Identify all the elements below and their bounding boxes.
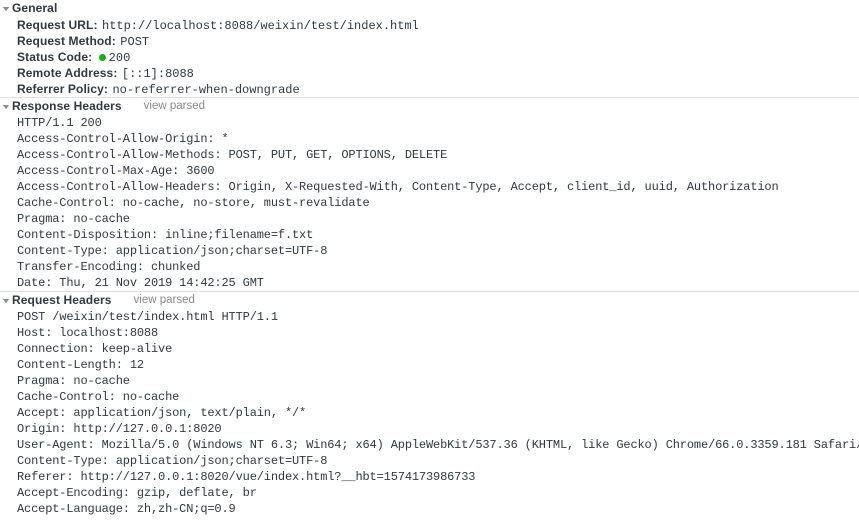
- general-row-remote-address: Remote Address: [::1]:8088: [17, 65, 859, 81]
- general-label-remote-address: Remote Address:: [17, 66, 118, 80]
- request-header-line: Origin: http://127.0.0.1:8020: [17, 422, 222, 436]
- request-header-line: Cache-Control: no-cache: [17, 390, 180, 404]
- response-header-line: Transfer-Encoding: chunked: [17, 260, 201, 274]
- status-ok-dot-icon: [98, 54, 106, 61]
- section-response-headers: Response Headers view parsed HTTP/1.1 20…: [0, 97, 859, 291]
- response-header-line: HTTP/1.1 200: [17, 116, 102, 130]
- general-row-list: Request URL: http://localhost:8088/weixi…: [0, 17, 859, 97]
- general-row-request-method: Request Method: POST: [17, 33, 859, 49]
- general-value-request-method: POST: [120, 35, 150, 49]
- request-headers-view-parsed-link[interactable]: view parsed: [134, 292, 195, 309]
- request-header-line: Content-Type: application/json;charset=U…: [17, 454, 328, 468]
- section-response-headers-title: Response Headers: [12, 99, 122, 113]
- general-row-request-url: Request URL: http://localhost:8088/weixi…: [17, 17, 859, 33]
- request-header-line: Pragma: no-cache: [17, 374, 130, 388]
- section-general-header[interactable]: General: [0, 0, 859, 17]
- response-header-line: Access-Control-Allow-Methods: POST, PUT,…: [17, 148, 448, 162]
- request-header-line: Content-Length: 12: [17, 358, 144, 372]
- response-header-line: Cache-Control: no-cache, no-store, must-…: [17, 196, 370, 210]
- triangle-down-icon[interactable]: [0, 98, 12, 115]
- request-header-line: Accept: application/json, text/plain, */…: [17, 406, 307, 420]
- section-request-headers-title: Request Headers: [12, 293, 112, 307]
- response-header-line: Pragma: no-cache: [17, 212, 130, 226]
- response-header-line: Access-Control-Allow-Origin: *: [17, 132, 229, 146]
- section-request-headers-header[interactable]: Request Headers view parsed: [0, 292, 859, 309]
- request-header-line: Host: localhost:8088: [17, 326, 159, 340]
- response-headers-raw-list: HTTP/1.1 200 Access-Control-Allow-Origin…: [0, 115, 859, 291]
- section-general: General Request URL: http://localhost:80…: [0, 0, 859, 97]
- general-value-status-code: 200: [108, 51, 131, 65]
- request-headers-raw-list: POST /weixin/test/index.html HTTP/1.1 Ho…: [0, 309, 859, 517]
- response-header-line: Content-Disposition: inline;filename=f.t…: [17, 228, 314, 242]
- triangle-down-icon[interactable]: [0, 0, 12, 17]
- section-general-title: General: [12, 1, 58, 15]
- general-label-status-code: Status Code:: [17, 50, 93, 64]
- general-row-status-code: Status Code: 200: [17, 49, 859, 65]
- general-value-referrer-policy: no-referrer-when-downgrade: [112, 83, 300, 97]
- request-header-line: POST /weixin/test/index.html HTTP/1.1: [17, 310, 278, 324]
- response-header-line: Access-Control-Max-Age: 3600: [17, 164, 215, 178]
- request-header-line: Accept-Encoding: gzip, deflate, br: [17, 486, 257, 500]
- request-header-line: User-Agent: Mozilla/5.0 (Windows NT 6.3;…: [17, 438, 859, 452]
- response-headers-view-parsed-link[interactable]: view parsed: [144, 98, 205, 115]
- section-response-headers-header[interactable]: Response Headers view parsed: [0, 98, 859, 115]
- response-header-line: Access-Control-Allow-Headers: Origin, X-…: [17, 180, 779, 194]
- general-label-request-method: Request Method:: [17, 34, 116, 48]
- section-request-headers: Request Headers view parsed POST /weixin…: [0, 291, 859, 517]
- request-header-line: Connection: keep-alive: [17, 342, 173, 356]
- request-header-line: Referer: http://127.0.0.1:8020/vue/index…: [17, 470, 476, 484]
- general-row-referrer-policy: Referrer Policy: no-referrer-when-downgr…: [17, 81, 859, 97]
- response-header-line: Content-Type: application/json;charset=U…: [17, 244, 328, 258]
- request-header-line: Accept-Language: zh,zh-CN;q=0.9: [17, 502, 236, 516]
- general-value-request-url: http://localhost:8088/weixin/test/index.…: [102, 19, 419, 33]
- general-label-referrer-policy: Referrer Policy:: [17, 82, 108, 96]
- triangle-down-icon[interactable]: [0, 292, 12, 309]
- general-label-request-url: Request URL:: [17, 18, 98, 32]
- network-headers-panel: General Request URL: http://localhost:80…: [0, 0, 859, 524]
- general-value-remote-address: [::1]:8088: [121, 67, 194, 81]
- response-header-line: Date: Thu, 21 Nov 2019 14:42:25 GMT: [17, 276, 264, 290]
